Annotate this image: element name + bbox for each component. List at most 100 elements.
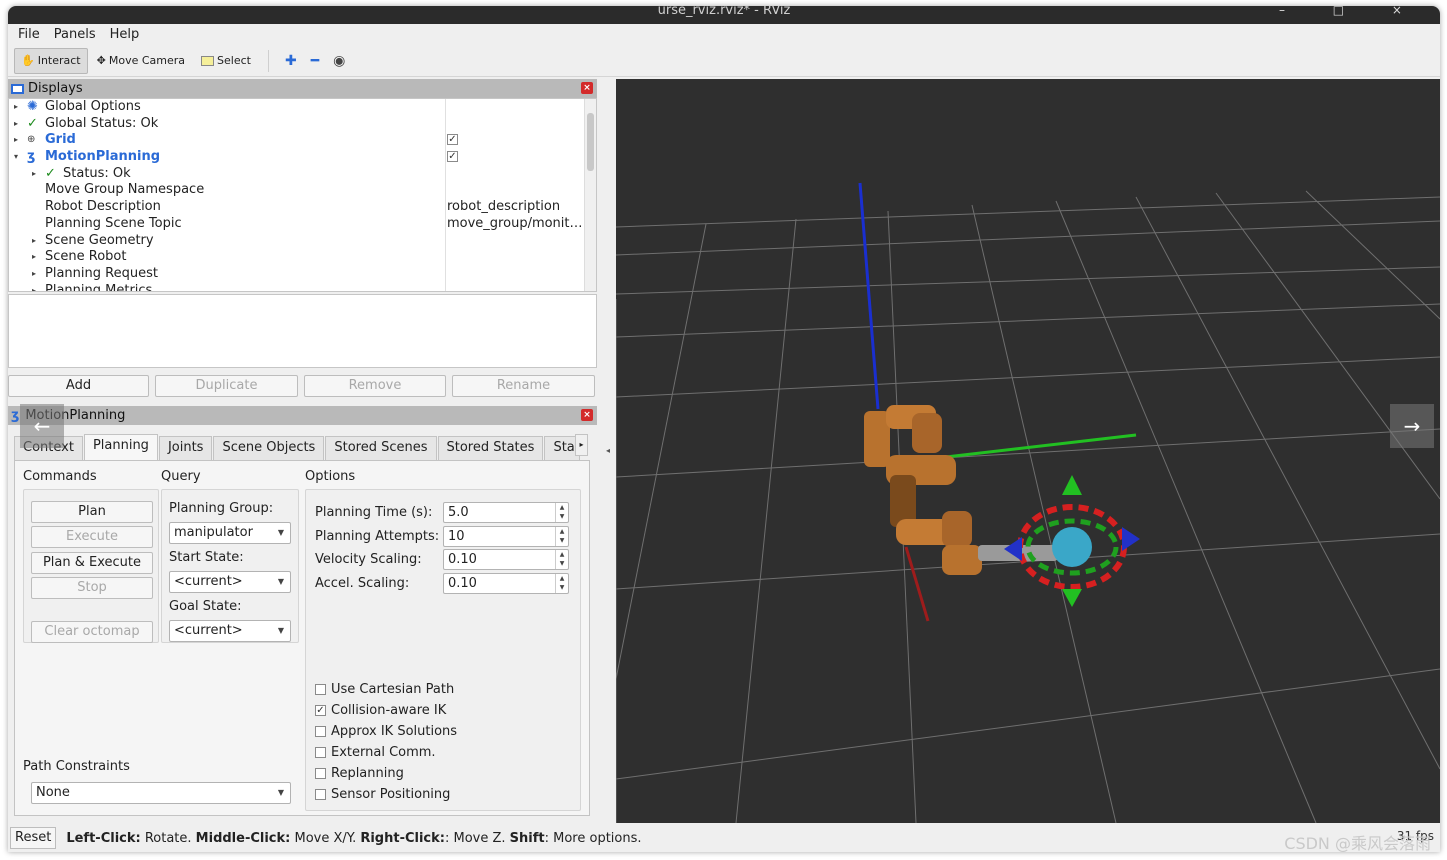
clear-octomap-button[interactable]: Clear octomap (31, 621, 153, 643)
checkbox[interactable] (315, 747, 326, 758)
tab-stored-scenes[interactable]: Stored Scenes (325, 436, 437, 460)
add-button[interactable]: Add (8, 375, 149, 397)
planning-attempts-value: 10 (448, 529, 465, 544)
grid-enable-checkbox[interactable]: ✓ (447, 132, 458, 149)
path-constraints-select[interactable]: None ▼ (31, 782, 291, 804)
motion-enable-checkbox[interactable]: ✓ (447, 149, 458, 166)
tree-row-scene-geometry[interactable]: ▸ Scene Geometry (9, 233, 596, 250)
motion-planning-header: ʒ MotionPlanning × (8, 406, 597, 425)
menu-help[interactable]: Help (105, 27, 145, 42)
tree-label: Planning Metrics (45, 282, 153, 291)
interact-button[interactable]: ✋ Interact (14, 47, 88, 74)
splitter-handle-icon[interactable]: ◂ (606, 446, 610, 455)
planning-time-label: Planning Time (s): (315, 505, 433, 520)
toolbar-separator (267, 49, 269, 72)
scrollbar-thumb[interactable] (587, 113, 594, 171)
3d-viewport[interactable] (616, 79, 1440, 823)
tree-value[interactable]: move_group/monit… (447, 216, 583, 233)
eye-icon[interactable]: ◉ (327, 53, 351, 69)
close-icon[interactable]: × (581, 409, 593, 421)
hand-icon: ✋ (21, 54, 35, 67)
planning-attempts-input[interactable]: 10 ▲ ▼ (443, 526, 569, 547)
plus-icon[interactable]: ✚ (279, 53, 303, 69)
stop-button[interactable]: Stop (31, 577, 153, 599)
window-controls[interactable]: – □ × (1279, 6, 1424, 16)
tree-row-planning-scene-topic[interactable]: Planning Scene Topic move_group/monit… (9, 216, 596, 233)
collapse-arrow-icon[interactable]: ▾ (11, 149, 21, 166)
tree-row-grid[interactable]: ▸ ⊕ Grid ✓ (9, 132, 596, 149)
remove-button[interactable]: Remove (304, 375, 446, 397)
checkbox[interactable] (315, 726, 326, 737)
options-title: Options (305, 469, 356, 484)
hint-text: Move X/Y. (290, 830, 361, 846)
spin-arrows-icon[interactable]: ▲ ▼ (555, 503, 568, 522)
checkbox[interactable]: ✓ (447, 134, 458, 146)
tree-row-status[interactable]: ▸ ✓ Status: Ok (9, 166, 596, 183)
expand-arrow-icon[interactable]: ▸ (29, 249, 39, 266)
tab-planning[interactable]: Planning (83, 434, 158, 460)
goal-state-value: <current> (174, 623, 243, 638)
checkbox[interactable] (315, 789, 326, 800)
expand-arrow-icon[interactable]: ▸ (11, 99, 21, 116)
plan-button[interactable]: Plan (31, 501, 153, 523)
tree-row-planning-request[interactable]: ▸ Planning Request (9, 266, 596, 283)
move-camera-button[interactable]: ✥ Move Camera (90, 48, 192, 74)
expand-arrow-icon[interactable]: ▸ (11, 132, 21, 149)
planning-time-input[interactable]: 5.0 ▲ ▼ (443, 502, 569, 523)
checkbox[interactable] (315, 768, 326, 779)
next-arrow-icon[interactable]: → (1390, 404, 1434, 448)
menu-panels[interactable]: Panels (49, 27, 101, 42)
replanning-checkbox[interactable]: Replanning (315, 766, 404, 781)
tab-stored-states[interactable]: Stored States (437, 436, 544, 460)
tree-row-scene-robot[interactable]: ▸ Scene Robot (9, 249, 596, 266)
tab-scene-objects[interactable]: Scene Objects (213, 436, 325, 460)
expand-arrow-icon[interactable]: ▸ (29, 233, 39, 250)
prev-arrow-icon[interactable]: ← (20, 404, 64, 448)
expand-arrow-icon[interactable]: ▸ (11, 116, 21, 133)
interactive-marker[interactable] (1004, 475, 1140, 607)
accel-scaling-input[interactable]: 0.10 ▲ ▼ (443, 573, 569, 594)
tree-row-global-options[interactable]: ▸ ✺ Global Options (9, 99, 596, 116)
menu-file[interactable]: File (13, 27, 45, 42)
external-comm-checkbox[interactable]: External Comm. (315, 745, 436, 760)
expand-arrow-icon[interactable]: ▸ (29, 283, 39, 291)
spin-arrows-icon[interactable]: ▲ ▼ (555, 574, 568, 593)
select-button[interactable]: Select (194, 48, 258, 74)
tree-row-motion-planning[interactable]: ▾ ʒ MotionPlanning ✓ (9, 149, 596, 166)
tree-row-global-status[interactable]: ▸ ✓ Global Status: Ok (9, 116, 596, 133)
tree-value[interactable]: robot_description (447, 199, 560, 216)
minus-icon[interactable]: ━ (305, 53, 325, 69)
goal-state-select[interactable]: <current> ▼ (169, 620, 291, 642)
plan-execute-button[interactable]: Plan & Execute (31, 552, 153, 574)
robot-arm[interactable] (864, 405, 1058, 575)
spin-arrows-icon[interactable]: ▲ ▼ (555, 527, 568, 546)
approx-ik-checkbox[interactable]: Approx IK Solutions (315, 724, 457, 739)
tab-scroll-right-icon[interactable]: ▸ (575, 434, 588, 456)
tab-joints[interactable]: Joints (158, 436, 213, 460)
duplicate-button[interactable]: Duplicate (155, 375, 298, 397)
collision-aware-ik-checkbox[interactable]: ✓ Collision-aware IK (315, 703, 446, 718)
hint-text: : Move Z. (444, 830, 510, 846)
tree-row-robot-description[interactable]: Robot Description robot_description (9, 199, 596, 216)
checkbox[interactable]: ✓ (447, 151, 458, 163)
sensor-positioning-checkbox[interactable]: Sensor Positioning (315, 787, 450, 802)
hint-text: : More options. (544, 830, 642, 846)
check-icon: ✓ (45, 165, 56, 181)
expand-arrow-icon[interactable]: ▸ (29, 266, 39, 283)
tree-row-move-group-namespace[interactable]: Move Group Namespace (9, 182, 596, 199)
planning-group-select[interactable]: manipulator ▼ (169, 522, 291, 544)
tree-row-planning-metrics[interactable]: ▸ Planning Metrics (9, 283, 596, 291)
spin-arrows-icon[interactable]: ▲ ▼ (555, 550, 568, 569)
use-cartesian-path-checkbox[interactable]: Use Cartesian Path (315, 682, 454, 697)
execute-button[interactable]: Execute (31, 526, 153, 548)
expand-arrow-icon[interactable]: ▸ (29, 166, 39, 183)
velocity-scaling-input[interactable]: 0.10 ▲ ▼ (443, 549, 569, 570)
tree-scrollbar[interactable] (584, 99, 596, 291)
planning-tab-body: Commands Query Options Plan Execute Plan… (14, 460, 590, 816)
start-state-select[interactable]: <current> ▼ (169, 571, 291, 593)
rename-button[interactable]: Rename (452, 375, 595, 397)
reset-button[interactable]: Reset (10, 827, 57, 849)
checkbox[interactable] (315, 684, 326, 695)
close-icon[interactable]: × (581, 82, 593, 94)
checkbox[interactable]: ✓ (315, 705, 326, 716)
